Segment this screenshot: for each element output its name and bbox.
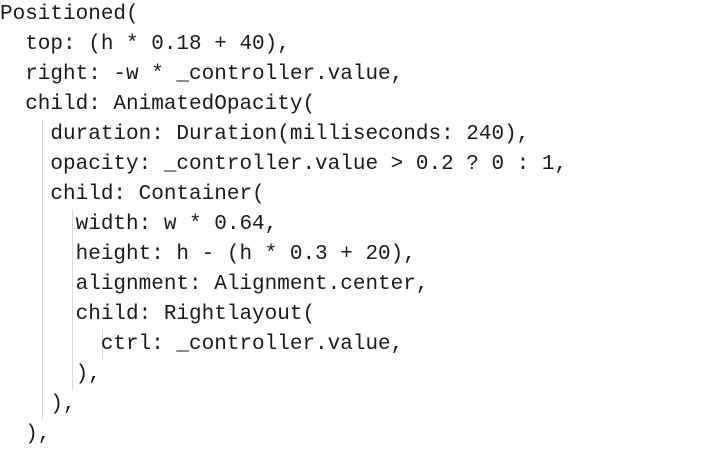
code-line-2: top: (h * 0.18 + 40), <box>0 33 290 56</box>
code-line-4: child: AnimatedOpacity( <box>0 93 316 116</box>
code-line-7: child: Container( <box>0 183 265 206</box>
code-line-8: width: w * 0.64, <box>0 213 278 236</box>
code-line-10: alignment: Alignment.center, <box>0 273 429 296</box>
code-editor: Positioned( top: (h * 0.18 + 40), right:… <box>0 0 701 455</box>
code-line-13: ), <box>0 363 101 386</box>
code-line-6: opacity: _controller.value > 0.2 ? 0 : 1… <box>0 153 568 176</box>
code-line-11: child: Rightlayout( <box>0 303 316 326</box>
code-line-9: height: h - (h * 0.3 + 20), <box>0 243 416 266</box>
code-line-5: duration: Duration(milliseconds: 240), <box>0 123 530 146</box>
code-line-15: ), <box>0 423 51 446</box>
code-line-1: Positioned( <box>0 3 139 26</box>
code-line-14: ), <box>0 393 76 416</box>
code-line-12: ctrl: _controller.value, <box>0 333 404 356</box>
code-line-3: right: -w * _controller.value, <box>0 63 404 86</box>
